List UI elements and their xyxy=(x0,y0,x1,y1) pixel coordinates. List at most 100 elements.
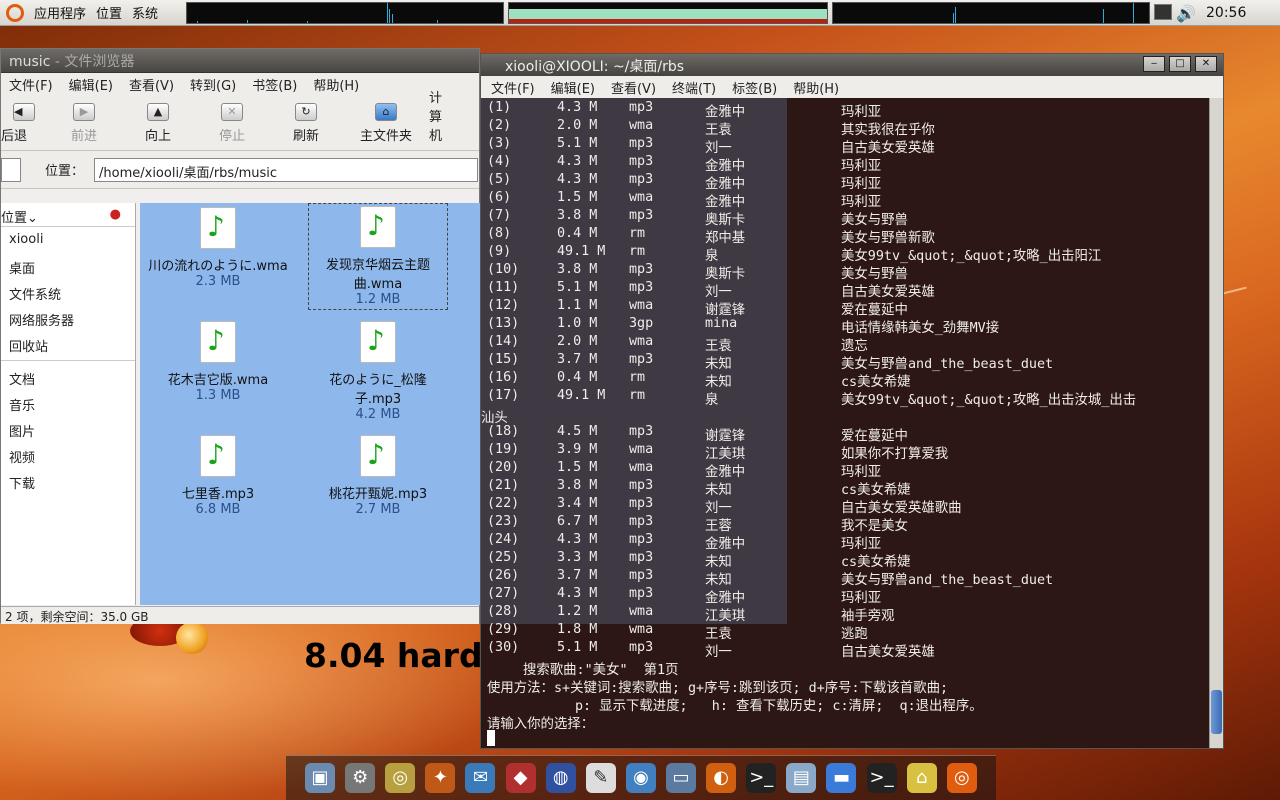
terminal-icon[interactable]: >_ xyxy=(746,763,777,793)
sidebar-item-filesystem[interactable]: 文件系统 xyxy=(1,279,135,305)
volume-icon[interactable]: 🔊 xyxy=(1176,4,1196,23)
home-button[interactable]: ⌂ 主文件夹 xyxy=(343,103,429,150)
close-sidebar-icon[interactable]: ● xyxy=(110,207,121,222)
viewer-icon[interactable]: ◆ xyxy=(505,763,536,793)
sidebar-item-desktop[interactable]: 桌面 xyxy=(1,253,135,279)
row-artist: 刘一 xyxy=(705,501,732,516)
computer-icon[interactable]: ▣ xyxy=(305,763,336,793)
audio-file-icon xyxy=(360,435,396,477)
mail-icon[interactable]: ✉ xyxy=(465,763,496,793)
term-menu-view[interactable]: 查看(V) xyxy=(611,78,656,97)
file-size: 2.3 MB xyxy=(195,274,241,289)
trash-icon[interactable]: ⌂ xyxy=(906,763,937,793)
row-title: 美女与野兽and_the_beast_duet xyxy=(841,573,1054,588)
location-input[interactable]: /home/xiooli/桌面/rbs/music xyxy=(94,157,479,182)
sidebar-item-videos[interactable]: 视频 xyxy=(1,442,135,468)
row-artist: 江美琪 xyxy=(705,447,746,462)
row-fmt: 3gp xyxy=(629,316,654,331)
row-n: (28) xyxy=(487,604,520,619)
row-artist: 金雅中 xyxy=(705,195,746,210)
globe-icon[interactable]: ◍ xyxy=(545,763,576,793)
up-button[interactable]: ▲ 向上 xyxy=(121,103,195,150)
sidebar-item-network[interactable]: 网络服务器 xyxy=(1,305,135,331)
row-fmt: wma xyxy=(629,460,654,475)
menu-bookmarks[interactable]: 书签(B) xyxy=(252,75,297,94)
back-button[interactable]: ◀ 后退 xyxy=(1,103,47,150)
disc-icon[interactable]: ◎ xyxy=(385,763,416,793)
stop-button[interactable]: ✕ 停止 xyxy=(195,103,269,150)
file-item[interactable]: 川の流れのように.wma2.3 MB xyxy=(148,207,288,289)
settings-icon[interactable]: ⚙ xyxy=(345,763,376,793)
refresh-button[interactable]: ↻ 刷新 xyxy=(269,103,343,150)
ubuntu-logo-icon[interactable] xyxy=(6,3,24,22)
file-item[interactable]: 桃花开甄妮.mp32.7 MB xyxy=(308,435,448,517)
firefox-icon[interactable]: ◐ xyxy=(706,763,737,793)
terminal-row: (4) 4.3 M mp3 金雅中 玛利亚 xyxy=(487,154,1207,174)
forward-button[interactable]: ▶ 前进 xyxy=(47,103,121,150)
term-menu-tabs[interactable]: 标签(B) xyxy=(732,78,777,97)
sidebar-item-downloads[interactable]: 下载 xyxy=(1,468,135,494)
row-n: (20) xyxy=(487,460,520,475)
sidebar-item-trash[interactable]: 回收站 xyxy=(1,331,135,357)
mascot-icon[interactable]: ✦ xyxy=(425,763,456,793)
archive-icon[interactable]: ▤ xyxy=(786,763,817,793)
file-icon-view[interactable]: 川の流れのように.wma2.3 MB 发现京华烟云主题曲.wma1.2 MB 花… xyxy=(140,203,480,605)
file-item[interactable]: 花木吉它版.wma1.3 MB xyxy=(148,321,288,403)
file-browser-titlebar[interactable]: music - 文件浏览器 xyxy=(1,49,479,73)
memory-monitor-graph[interactable] xyxy=(508,2,828,24)
menu-go[interactable]: 转到(G) xyxy=(190,75,236,94)
clock[interactable]: 20:56 xyxy=(1206,5,1246,21)
folder-icon[interactable]: ▬ xyxy=(826,763,857,793)
sidebar-item-home[interactable]: xiooli xyxy=(1,227,135,253)
edit-location-icon[interactable] xyxy=(1,157,21,182)
menu-system[interactable]: 系统 xyxy=(132,3,158,22)
row-n: (16) xyxy=(487,370,520,385)
menu-view[interactable]: 查看(V) xyxy=(129,75,174,94)
computer-button[interactable]: 计算机 xyxy=(429,87,449,150)
menu-edit[interactable]: 编辑(E) xyxy=(69,75,113,94)
ubuntu-icon[interactable]: ◎ xyxy=(946,763,977,793)
terminal-titlebar[interactable]: xiooli@XIOOLI: ~/桌面/rbs ‒ □ ✕ xyxy=(481,54,1223,76)
file-item[interactable]: 花のように_松隆子.mp34.2 MB xyxy=(308,321,448,422)
row-artist: 江美琪 xyxy=(705,609,746,624)
terminal-row: (12) 1.1 M wma 谢霆锋 爱在蔓延中 xyxy=(487,298,1207,318)
terminal-output[interactable]: (1) 4.3 Mmp3 金雅中 玛利亚 (2) 2.0 Mwma 王袁 其实我很在乎你 (3)… xyxy=(481,98,1211,748)
file-name: 花のように_松隆子.mp3 xyxy=(329,373,427,407)
editor-icon[interactable]: ✎ xyxy=(585,763,616,793)
sidebar-item-music[interactable]: 音乐 xyxy=(1,390,135,416)
term-menu-file[interactable]: 文件(F) xyxy=(491,78,535,97)
text-cursor xyxy=(487,730,495,746)
sidebar-item-pictures[interactable]: 图片 xyxy=(1,416,135,442)
term-menu-terminal[interactable]: 终端(T) xyxy=(672,78,716,97)
network-icon[interactable]: ◉ xyxy=(625,763,656,793)
maximize-button[interactable]: □ xyxy=(1169,56,1191,72)
cpu-monitor-graph[interactable] xyxy=(186,2,504,24)
sidebar-item-documents[interactable]: 文档 xyxy=(1,364,135,390)
monitor-icon[interactable]: ▭ xyxy=(666,763,697,793)
row-title: 美女与野兽and_the_beast_duet xyxy=(841,357,1054,372)
menu-file[interactable]: 文件(F) xyxy=(9,75,53,94)
audio-file-icon xyxy=(200,435,236,477)
display-icon[interactable] xyxy=(1154,4,1172,20)
term-menu-edit[interactable]: 编辑(E) xyxy=(551,78,595,97)
input-line[interactable] xyxy=(487,730,495,748)
terminal-scrollbar[interactable] xyxy=(1209,98,1223,748)
row-artist: 王袁 xyxy=(705,627,732,642)
terminal-icon-2[interactable]: >_ xyxy=(866,763,897,793)
terminal-row: (28) 1.2 M wma 江美琪 袖手旁观 xyxy=(487,604,1207,624)
row-size: 5.1 M xyxy=(557,640,598,655)
scrollbar-thumb[interactable] xyxy=(1211,690,1222,734)
menu-help[interactable]: 帮助(H) xyxy=(313,75,359,94)
menu-applications[interactable]: 应用程序 xyxy=(34,3,86,22)
row-title: 自古美女爱英雄 xyxy=(841,285,935,300)
file-item[interactable]: 七里香.mp36.8 MB xyxy=(148,435,288,517)
file-item[interactable]: 发现京华烟云主题曲.wma1.2 MB xyxy=(308,203,448,310)
minimize-button[interactable]: ‒ xyxy=(1143,56,1165,72)
menu-places[interactable]: 位置 xyxy=(96,3,122,22)
row-size: 4.3 M xyxy=(557,100,598,115)
close-button[interactable]: ✕ xyxy=(1195,56,1217,72)
network-monitor-graph[interactable] xyxy=(832,2,1150,24)
file-size: 1.3 MB xyxy=(195,388,241,403)
sidebar-places-dropdown[interactable]: 位置⌄ ● xyxy=(1,203,135,227)
term-menu-help[interactable]: 帮助(H) xyxy=(793,78,839,97)
